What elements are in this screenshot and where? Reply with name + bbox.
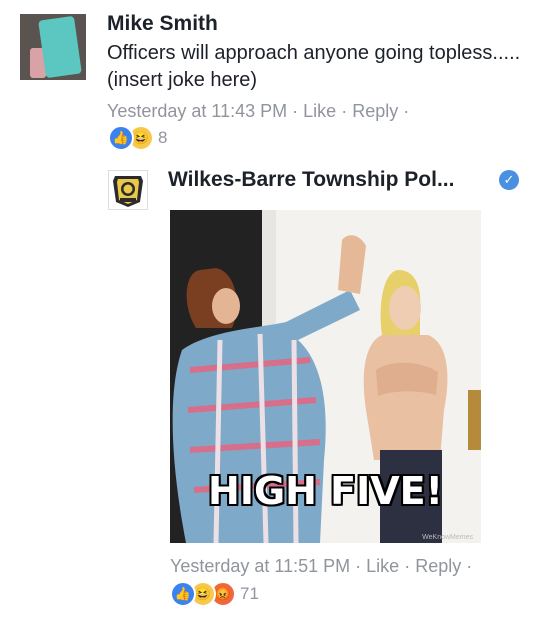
image-watermark: WeKnowMemes bbox=[422, 534, 473, 541]
comment-author[interactable]: Wilkes-Barre Township Pol... bbox=[168, 168, 454, 192]
avatar[interactable] bbox=[108, 170, 148, 210]
police-badge-icon bbox=[113, 176, 143, 207]
comment-image[interactable]: HIGH FIVE! WeKnowMemes bbox=[170, 210, 481, 543]
like-link[interactable]: Like bbox=[366, 556, 399, 576]
separator: · bbox=[403, 101, 410, 121]
separator: · bbox=[404, 556, 411, 576]
image-caption: HIGH FIVE! bbox=[208, 469, 443, 513]
comment-timestamp[interactable]: Yesterday at 11:43 PM bbox=[107, 101, 287, 121]
separator: · bbox=[466, 556, 473, 576]
like-link[interactable]: Like bbox=[303, 101, 336, 121]
separator: · bbox=[355, 556, 362, 576]
comment-meta: Yesterday at 11:51 PM · Like · Reply · bbox=[170, 556, 472, 577]
verified-badge-icon: ✓ bbox=[499, 170, 519, 190]
separator: · bbox=[292, 101, 299, 121]
comment-author[interactable]: Mike Smith bbox=[107, 12, 218, 36]
comment-timestamp[interactable]: Yesterday at 11:51 PM bbox=[170, 556, 350, 576]
avatar-detail bbox=[38, 15, 82, 79]
reply-link[interactable]: Reply bbox=[352, 101, 398, 121]
thumbs-up-icon: 👍 bbox=[108, 125, 134, 151]
avatar[interactable] bbox=[20, 14, 86, 80]
comment-text: Officers will approach anyone going topl… bbox=[107, 42, 521, 91]
comment-meta: Yesterday at 11:43 PM · Like · Reply · bbox=[107, 101, 409, 122]
reaction-summary[interactable]: 👍 😆 😡 71 bbox=[170, 581, 259, 607]
separator: · bbox=[341, 101, 348, 121]
reaction-summary[interactable]: 👍 😆 8 bbox=[108, 125, 167, 151]
reaction-count: 71 bbox=[240, 584, 259, 603]
thumbs-up-icon: 👍 bbox=[170, 581, 196, 607]
reply-link[interactable]: Reply bbox=[415, 556, 461, 576]
reaction-count: 8 bbox=[158, 128, 168, 147]
